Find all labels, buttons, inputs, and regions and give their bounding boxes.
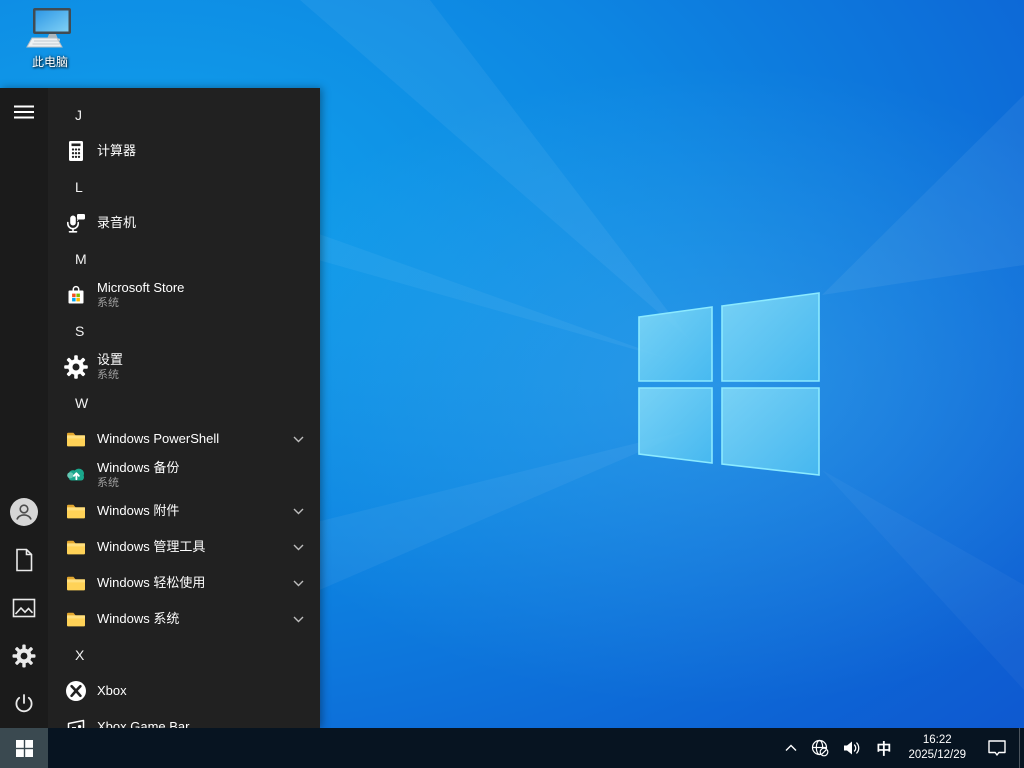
- globe-no-internet-icon: [812, 739, 829, 757]
- action-center-icon: [988, 740, 1006, 756]
- rail-spacer: [0, 136, 48, 488]
- xbox-icon: [64, 679, 88, 703]
- app-item-settings[interactable]: 设置 系统: [48, 349, 320, 385]
- app-label: Windows 系统: [97, 610, 180, 626]
- section-header-j[interactable]: J: [48, 97, 320, 133]
- taskbar-clock[interactable]: 16:22 2025/12/29: [899, 728, 975, 768]
- settings-rail-button[interactable]: [0, 632, 48, 680]
- folder-icon: [64, 571, 88, 595]
- app-label: Windows PowerShell: [97, 430, 220, 446]
- app-label: Windows 管理工具: [97, 538, 206, 554]
- folder-item-windows-admin-tools[interactable]: Windows 管理工具: [48, 529, 320, 565]
- microsoft-store-icon: [64, 283, 88, 307]
- document-icon: [16, 548, 33, 572]
- expand-menu-button[interactable]: [0, 88, 48, 136]
- taskbar-empty-area[interactable]: [48, 728, 778, 768]
- settings-gear-icon: [64, 355, 88, 379]
- power-icon: [15, 694, 33, 713]
- app-label: 设置: [97, 351, 124, 367]
- folder-item-windows-powershell[interactable]: Windows PowerShell: [48, 421, 320, 457]
- cloud-backup-icon: [64, 463, 88, 487]
- chevron-down-icon[interactable]: [293, 580, 304, 587]
- clock-time: 16:22: [922, 734, 952, 747]
- documents-button[interactable]: [0, 536, 48, 584]
- this-pc-label: 此电脑: [31, 55, 68, 69]
- folder-icon: [64, 535, 88, 559]
- this-pc-desktop-icon[interactable]: 此电脑: [12, 6, 88, 70]
- hidden-icons-button[interactable]: [778, 728, 804, 768]
- app-label: Windows 附件: [97, 502, 180, 518]
- user-account-button[interactable]: [0, 488, 48, 536]
- volume-button[interactable]: [836, 728, 868, 768]
- app-label: Windows 轻松使用: [97, 574, 206, 590]
- chevron-down-icon[interactable]: [293, 508, 304, 515]
- app-label: Microsoft Store: [97, 279, 185, 295]
- folder-item-windows-ease-of-access[interactable]: Windows 轻松使用: [48, 565, 320, 601]
- chevron-down-icon[interactable]: [293, 544, 304, 551]
- xbox-game-bar-icon: [64, 715, 88, 728]
- user-avatar-icon: [10, 498, 38, 526]
- pictures-button[interactable]: [0, 584, 48, 632]
- section-header-w[interactable]: W: [48, 385, 320, 421]
- start-menu: J 计算器 L 录音机 M Microsoft Store 系统 S 设置 系统…: [0, 88, 320, 728]
- section-header-l[interactable]: L: [48, 169, 320, 205]
- action-center-button[interactable]: [975, 728, 1019, 768]
- network-status-button[interactable]: [804, 728, 836, 768]
- voice-recorder-icon: [64, 211, 88, 235]
- app-item-xbox-game-bar[interactable]: Xbox Game Bar: [48, 709, 320, 728]
- folder-item-windows-accessories[interactable]: Windows 附件: [48, 493, 320, 529]
- speaker-icon: [844, 741, 860, 755]
- desktop: 此电脑 J 计算器 L 录音机 M Microsoft Store 系统 S 设…: [0, 0, 1024, 768]
- chevron-up-icon: [785, 744, 797, 751]
- clock-date: 2025/12/29: [908, 749, 966, 761]
- app-item-voice-recorder[interactable]: 录音机: [48, 205, 320, 241]
- app-label: 录音机: [97, 214, 137, 230]
- app-sublabel: 系统: [97, 296, 119, 309]
- app-sublabel: 系统: [97, 368, 119, 381]
- app-item-calculator[interactable]: 计算器: [48, 133, 320, 169]
- calculator-icon: [64, 139, 88, 163]
- start-button[interactable]: [0, 728, 48, 768]
- start-menu-rail: [0, 88, 48, 728]
- gear-icon: [12, 644, 36, 668]
- show-desktop-strip[interactable]: [1019, 728, 1024, 768]
- system-tray: 中 16:22 2025/12/29: [778, 728, 1024, 768]
- folder-item-windows-system[interactable]: Windows 系统: [48, 601, 320, 637]
- chevron-down-icon[interactable]: [293, 436, 304, 443]
- folder-icon: [64, 427, 88, 451]
- taskbar: 中 16:22 2025/12/29: [0, 728, 1024, 768]
- this-pc-icon: [26, 8, 71, 48]
- app-label: Xbox: [97, 682, 127, 698]
- section-header-x[interactable]: X: [48, 637, 320, 673]
- app-sublabel: 系统: [97, 476, 119, 489]
- app-label: Xbox Game Bar: [97, 718, 190, 728]
- windows-start-icon: [15, 739, 33, 757]
- start-menu-app-list: J 计算器 L 录音机 M Microsoft Store 系统 S 设置 系统…: [48, 88, 320, 728]
- app-item-xbox[interactable]: Xbox: [48, 673, 320, 709]
- section-header-m[interactable]: M: [48, 241, 320, 277]
- section-header-s[interactable]: S: [48, 313, 320, 349]
- pictures-icon: [12, 598, 36, 618]
- chevron-down-icon[interactable]: [293, 616, 304, 623]
- folder-icon: [64, 499, 88, 523]
- app-label: 计算器: [97, 142, 137, 158]
- folder-icon: [64, 607, 88, 631]
- windows-logo-wallpaper: [638, 292, 820, 476]
- power-button[interactable]: [0, 680, 48, 728]
- app-item-microsoft-store[interactable]: Microsoft Store 系统: [48, 277, 320, 313]
- app-label: Windows 备份: [97, 459, 180, 475]
- app-item-windows-backup[interactable]: Windows 备份 系统: [48, 457, 320, 493]
- ime-indicator[interactable]: 中: [868, 728, 899, 768]
- hamburger-icon: [14, 105, 34, 119]
